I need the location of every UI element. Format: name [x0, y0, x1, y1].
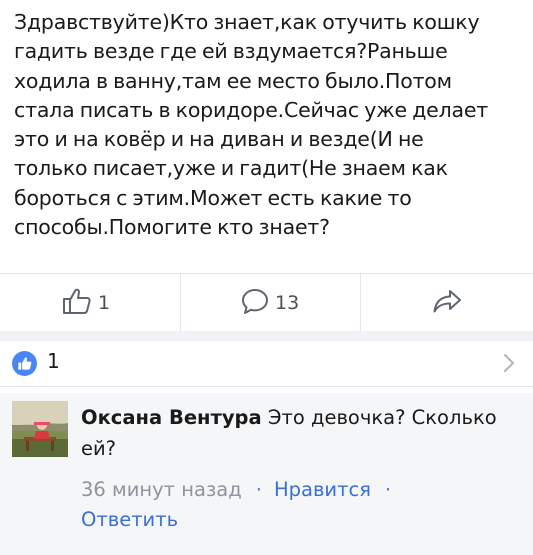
post-text-line: способы.Помогите кто знает?	[14, 215, 330, 240]
like-count: 1	[98, 291, 111, 314]
post-text-line: ходила в ванну,там ее место было.Потом	[14, 68, 452, 93]
avatar[interactable]	[12, 401, 68, 457]
comment-count: 13	[275, 291, 300, 314]
post-text-line: только писает,уже и гадит(Не знаем как	[14, 156, 448, 181]
post-text-line: это и на ковёр и на диван и везде(И не	[14, 127, 424, 152]
reactions-count: 1	[47, 349, 60, 373]
action-divider	[360, 274, 361, 331]
post-text-line: стала писать в коридоре.Сейчас уже делае…	[14, 97, 489, 122]
post-text-line: бороться с этим.Может есть какие то	[14, 185, 412, 210]
chevron-right-icon[interactable]	[503, 353, 515, 377]
post-text-line: Здравствуйте)Кто знает,как отучить кошку	[14, 10, 480, 34]
post-text: Здравствуйте)Кто знает,как отучить кошку…	[14, 8, 526, 242]
divider	[0, 386, 533, 387]
share-arrow-icon	[432, 287, 462, 319]
post-text-line: гадить везде где ей вздумается?Раньше	[14, 39, 448, 64]
like-button[interactable]: 1	[62, 274, 110, 331]
comment-button[interactable]: 13	[241, 274, 299, 331]
comment-text: Оксана Вентура Это девочка? Сколько ей?	[81, 402, 531, 464]
comment-timestamp: 36 минут назад	[81, 478, 242, 501]
reactions-summary[interactable]: 1	[0, 341, 533, 386]
share-button[interactable]	[432, 274, 462, 331]
comment-meta: 36 минут назад · Нравится ·	[81, 478, 403, 501]
like-badge-icon	[12, 351, 37, 376]
action-divider	[180, 274, 181, 331]
section-gap	[0, 331, 533, 341]
action-bar: 1 13	[0, 274, 533, 331]
comment-bubble-icon	[241, 287, 269, 319]
comment-like-link[interactable]: Нравится	[274, 478, 371, 501]
comment-reply-link[interactable]: Ответить	[81, 508, 178, 531]
thumbs-up-icon	[62, 287, 92, 319]
comment-author[interactable]: Оксана Вентура	[81, 406, 262, 429]
separator-dot: ·	[384, 478, 392, 501]
separator-dot: ·	[255, 478, 262, 501]
